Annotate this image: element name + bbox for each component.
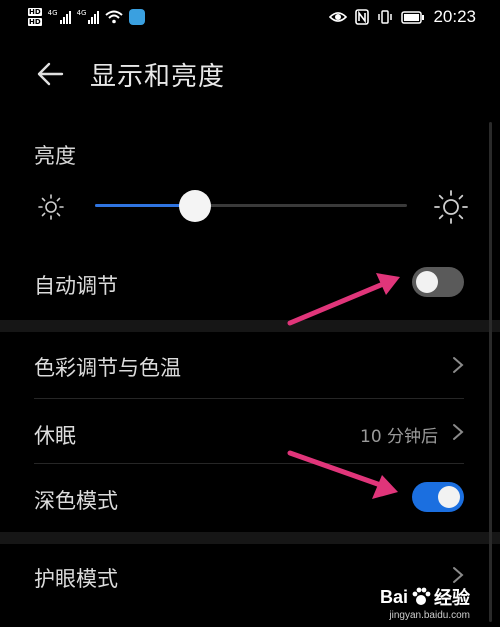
chevron-right-icon[interactable] [452,356,464,374]
eye-icon [329,12,348,22]
sleep-value: 10 分钟后 [360,427,439,447]
wifi-icon [105,10,124,24]
section-divider [0,532,500,544]
watermark-logo: Bai 经验 [379,586,470,609]
eye-comfort-label[interactable]: 护眼模式 [34,563,118,593]
auto-adjust-label: 自动调节 [34,274,118,298]
paw-icon [412,587,431,605]
back-arrow-icon[interactable] [36,60,64,88]
toggle-knob [416,271,438,293]
app-notification-icon [129,9,146,25]
sun-large-icon [434,190,468,224]
watermark-url: jingyan.baidu.com [389,610,470,621]
battery-icon [401,10,425,24]
dark-mode-label: 深色模式 [34,489,118,513]
hd-indicators: HD HD [28,8,42,26]
chevron-right-icon[interactable] [452,423,464,441]
hd-badge: HD [28,18,42,26]
cell-signal-icon: 4G [48,10,71,24]
status-left: HD HD 4G 4G [28,4,146,30]
watermark: Bai 经验 jingyan.baidu.com [379,584,470,622]
page-title: 显示和亮度 [90,62,226,92]
cell-signal-icon: 4G [77,10,100,24]
toggle-knob [438,486,460,508]
color-temp-label[interactable]: 色彩调节与色温 [34,352,181,382]
hd-badge: HD [28,8,42,16]
nfc-icon [355,9,370,25]
annotation-arrow [287,273,400,326]
vibrate-icon [378,10,393,24]
section-divider [0,320,500,332]
sleep-label[interactable]: 休眠 [34,420,76,450]
brightness-slider[interactable] [95,190,407,222]
status-bar: HD HD 4G 4G 20:23 [0,0,500,34]
status-right: 20:23 [329,6,476,28]
scrollbar[interactable] [489,122,492,622]
brightness-label: 亮度 [34,144,76,168]
clock: 20:23 [433,7,476,26]
annotation-arrow [287,450,398,499]
dark-mode-toggle[interactable] [412,482,464,512]
auto-adjust-toggle[interactable] [412,267,464,297]
slider-thumb[interactable] [178,190,211,222]
sun-small-icon [38,194,64,220]
row-divider [34,398,464,399]
chevron-right-icon[interactable] [452,566,464,584]
